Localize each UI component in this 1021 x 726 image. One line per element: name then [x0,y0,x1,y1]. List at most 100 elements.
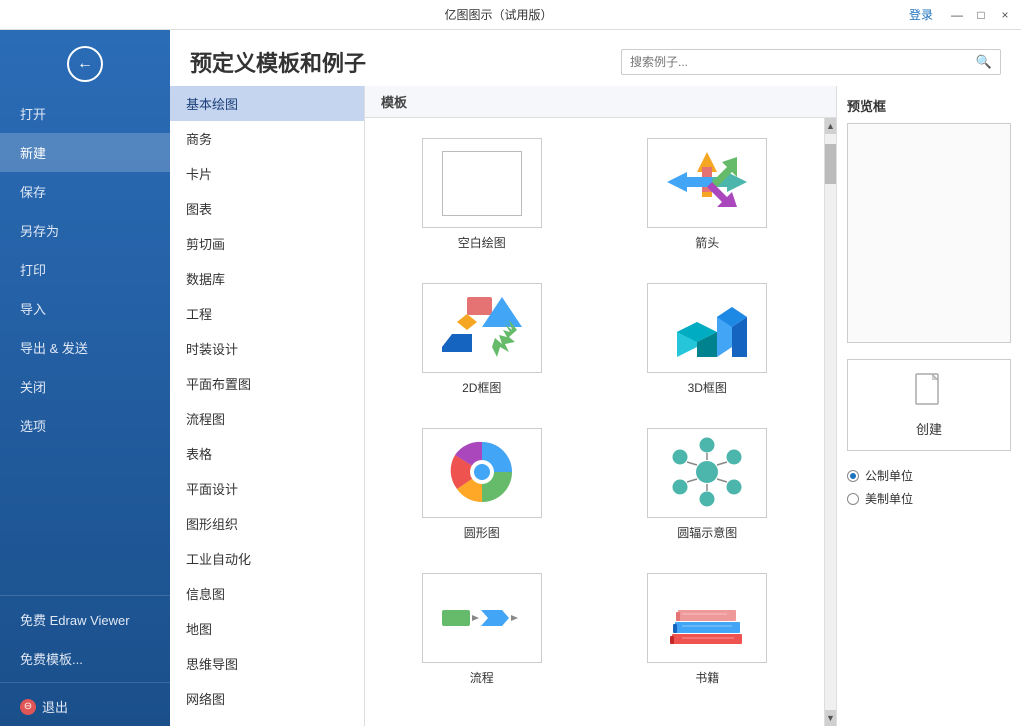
template-grid: 空白绘图 [365,118,824,726]
template-thumb-arrows [647,138,767,228]
preview-title: 预览框 [847,96,1011,115]
sidebar: ← 打开 新建 保存 另存为 打印 导入 导出 & 发送 关闭 选项 免费 Ed… [0,30,170,726]
category-item-9[interactable]: 流程图 [170,401,364,436]
template-scroll-thumb[interactable] [825,144,836,184]
search-input[interactable] [630,55,970,69]
back-icon: ← [77,55,93,73]
sidebar-item-new[interactable]: 新建 [0,133,170,172]
category-item-1[interactable]: 商务 [170,121,364,156]
content-header: 预定义模板和例子 🔍 [170,30,1021,86]
template-item-books[interactable]: 书籍 [603,565,813,694]
create-file-icon [914,372,944,415]
imperial-unit-option[interactable]: 美制单位 [847,490,1011,507]
template-thumb-2d [422,283,542,373]
sidebar-divider [0,595,170,596]
sidebar-item-print[interactable]: 打印 [0,250,170,289]
sidebar-item-options[interactable]: 选项 [0,406,170,445]
template-item-blank[interactable]: 空白绘图 [377,130,587,259]
template-scrollbar: ▲ ▼ [824,118,836,726]
3d-icon [662,292,752,365]
template-scroll-up[interactable]: ▲ [825,118,836,134]
circle-concept-icon [662,437,752,510]
sidebar-item-save[interactable]: 保存 [0,172,170,211]
sidebar-item-export[interactable]: 导出 & 发送 [0,328,170,367]
category-item-15[interactable]: 地图 [170,611,364,646]
template-label-3d: 3D框图 [688,379,727,396]
main-layout: ← 打开 新建 保存 另存为 打印 导入 导出 & 发送 关闭 选项 免费 Ed… [0,30,1021,726]
template-item-arrows[interactable]: 箭头 [603,130,813,259]
preview-box [847,123,1011,343]
pie-icon [437,437,527,510]
search-bar: 🔍 [621,49,1001,75]
category-item-0[interactable]: 基本绘图 [170,86,364,121]
template-thumb-circle-concept [647,428,767,518]
category-item-7[interactable]: 时装设计 [170,331,364,366]
close-button[interactable]: × [997,7,1013,23]
template-thumb-books [647,573,767,663]
template-label-blank: 空白绘图 [458,234,506,251]
template-label-pie: 圆形图 [464,524,500,541]
imperial-unit-label: 美制单位 [865,490,913,507]
maximize-button[interactable]: □ [973,7,989,23]
minimize-button[interactable]: — [949,7,965,23]
template-thumb-3d [647,283,767,373]
window-title: 亿图图示（试用版） [88,6,909,23]
title-bar: 亿图图示（试用版） 登录 — □ × [0,0,1021,30]
sidebar-item-close[interactable]: 关闭 [0,367,170,406]
category-item-4[interactable]: 剪切画 [170,226,364,261]
category-item-16[interactable]: 思维导图 [170,646,364,681]
body-panels: 基本绘图 商务 卡片 图表 剪切画 数据库 工程 时装设计 平面布置图 流程图 … [170,86,1021,726]
template-item-process[interactable]: 流程 [377,565,587,694]
template-scroll-down[interactable]: ▼ [825,710,836,726]
template-area: 模板 空白绘图 [365,86,836,726]
category-item-11[interactable]: 平面设计 [170,471,364,506]
template-item-circle-concept[interactable]: 圆辐示意图 [603,420,813,549]
category-item-8[interactable]: 平面布置图 [170,366,364,401]
category-item-18[interactable]: 组织结构图 [170,716,364,726]
template-item-3d[interactable]: 3D框图 [603,275,813,404]
category-item-13[interactable]: 工业自动化 [170,541,364,576]
sidebar-item-open[interactable]: 打开 [0,94,170,133]
template-item-pie[interactable]: 圆形图 [377,420,587,549]
sidebar-item-free-templates[interactable]: 免费模板... [0,639,170,678]
sidebar-item-import[interactable]: 导入 [0,289,170,328]
sidebar-item-exit[interactable]: ⊖ 退出 [0,687,170,726]
category-item-14[interactable]: 信息图 [170,576,364,611]
sidebar-item-edraw-viewer[interactable]: 免费 Edraw Viewer [0,600,170,639]
process-icon [437,582,527,655]
category-item-5[interactable]: 数据库 [170,261,364,296]
template-label-circle-concept: 圆辐示意图 [677,524,737,541]
metric-unit-option[interactable]: 公制单位 [847,467,1011,484]
template-label-process: 流程 [470,669,494,686]
window-controls: — □ × [949,7,1013,23]
template-label-books: 书籍 [695,669,719,686]
create-label: 创建 [916,419,942,438]
category-list: 基本绘图 商务 卡片 图表 剪切画 数据库 工程 时装设计 平面布置图 流程图 … [170,86,365,726]
sidebar-item-save-as[interactable]: 另存为 [0,211,170,250]
sidebar-divider-2 [0,682,170,683]
category-item-2[interactable]: 卡片 [170,156,364,191]
create-button[interactable]: 创建 [847,359,1011,451]
category-item-12[interactable]: 图形组织 [170,506,364,541]
back-button[interactable]: ← [67,46,103,82]
category-item-10[interactable]: 表格 [170,436,364,471]
content-title: 预定义模板和例子 [190,46,366,78]
imperial-radio-circle [847,493,859,505]
template-label-arrows: 箭头 [695,234,719,251]
search-icon[interactable]: 🔍 [976,54,992,70]
metric-unit-label: 公制单位 [865,467,913,484]
template-item-2d[interactable]: 2D框图 [377,275,587,404]
arrows-icon [662,147,752,220]
template-scroll-track [825,134,836,710]
metric-radio-circle [847,470,859,482]
exit-label: 退出 [42,697,68,716]
sidebar-back: ← [0,30,170,94]
template-thumb-blank [422,138,542,228]
category-item-6[interactable]: 工程 [170,296,364,331]
sidebar-nav: 打开 新建 保存 另存为 打印 导入 导出 & 发送 关闭 选项 免费 Edra… [0,94,170,726]
category-item-17[interactable]: 网络图 [170,681,364,716]
login-button[interactable]: 登录 [909,6,933,23]
template-thumb-process [422,573,542,663]
template-section-header: 模板 [365,86,836,118]
category-item-3[interactable]: 图表 [170,191,364,226]
